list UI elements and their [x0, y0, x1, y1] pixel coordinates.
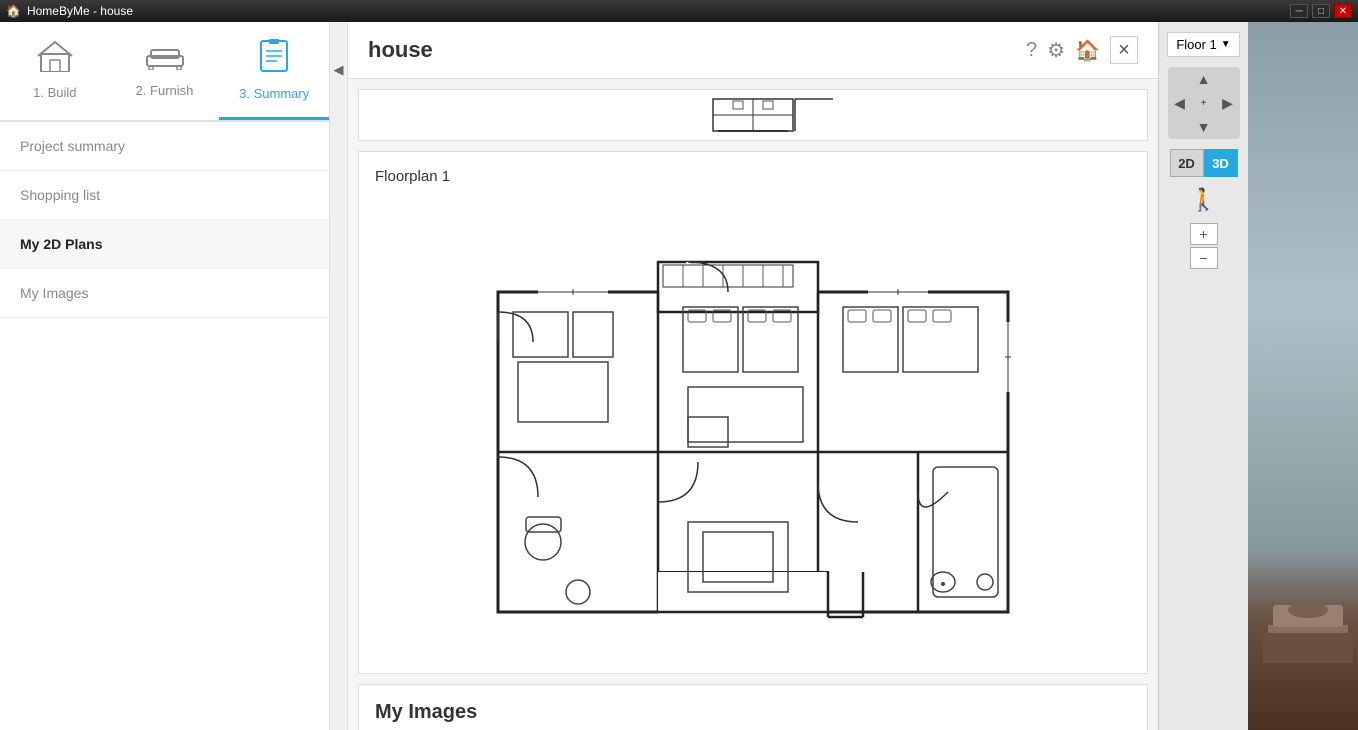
dialog-title: house [368, 37, 433, 63]
sidebar-menu: Project summary Shopping list My 2D Plan… [0, 122, 329, 730]
dialog-header-icons: ? ⚙ 🏠 × [1026, 36, 1138, 64]
view-mode-buttons: 2D 3D [1170, 149, 1238, 177]
title-bar-title: 🏠 HomeByMe - house [6, 4, 133, 18]
floor-selector[interactable]: Floor 1 ▼ [1167, 32, 1239, 57]
my-images-section: My Images [358, 684, 1148, 730]
partial-plan-svg [633, 97, 873, 133]
nav-right-button[interactable]: ▶ [1216, 91, 1240, 115]
build-icon [37, 40, 73, 79]
app-container: 1. Build 2. Furnish [0, 22, 1358, 730]
view-3d-button[interactable]: 3D [1204, 149, 1238, 177]
3d-scene-preview [1248, 22, 1358, 730]
sidebar-item-my-images[interactable]: My Images [0, 269, 329, 318]
furnish-icon [145, 42, 185, 77]
sidebar-collapse-button[interactable]: ◀ [330, 22, 348, 730]
zoom-in-button[interactable]: + [1190, 223, 1218, 245]
title-bar: 🏠 HomeByMe - house ─ □ ✕ [0, 0, 1358, 22]
minimize-button[interactable]: ─ [1290, 4, 1308, 18]
close-window-button[interactable]: ✕ [1334, 4, 1352, 18]
dialog-header: house ? ⚙ 🏠 × [348, 22, 1158, 79]
person-view-button[interactable]: 🚶 [1190, 187, 1217, 213]
tab-furnish-label: 2. Furnish [136, 83, 194, 98]
top-partial-section [358, 89, 1148, 141]
tab-summary[interactable]: 3. Summary [219, 22, 329, 120]
nav-down-button[interactable]: ▼ [1192, 115, 1216, 139]
floorplan-svg [488, 232, 1018, 622]
tab-summary-label: 3. Summary [239, 86, 309, 101]
floorplan-title: Floorplan 1 [375, 168, 1131, 185]
tab-build-label: 1. Build [33, 85, 76, 100]
scene-svg [1258, 545, 1358, 665]
sidebar-item-shopping-list[interactable]: Shopping list [0, 171, 329, 220]
nav-center-button[interactable]: + [1192, 91, 1216, 115]
nav-left-button[interactable]: ◀ [1168, 91, 1192, 115]
zoom-out-button[interactable]: − [1190, 247, 1218, 269]
zoom-buttons: + − [1190, 223, 1218, 269]
settings-icon[interactable]: ⚙ [1047, 38, 1065, 63]
tab-furnish[interactable]: 2. Furnish [110, 22, 220, 120]
my-images-title: My Images [375, 701, 1131, 724]
floor-dropdown-icon: ▼ [1221, 39, 1231, 50]
sidebar: 1. Build 2. Furnish [0, 22, 330, 730]
title-bar-controls: ─ □ ✕ [1290, 4, 1352, 18]
dialog-close-button[interactable]: × [1110, 36, 1138, 64]
help-icon[interactable]: ? [1026, 39, 1037, 62]
app-icon: 🏠 [6, 4, 21, 18]
home-icon[interactable]: 🏠 [1075, 38, 1100, 63]
scene-content [1258, 545, 1353, 670]
main-content: house ? ⚙ 🏠 × [348, 22, 1158, 730]
nav-arrows-pad: ▲ ◀ + ▶ ▼ [1168, 67, 1240, 139]
summary-icon [259, 39, 289, 80]
floorplan-container [375, 197, 1131, 657]
sidebar-item-my-2d-plans[interactable]: My 2D Plans [0, 220, 329, 269]
nav-tabs: 1. Build 2. Furnish [0, 22, 329, 122]
nav-up-button[interactable]: ▲ [1192, 67, 1216, 91]
floorplan-section: Floorplan 1 [358, 151, 1148, 674]
sidebar-item-project-summary[interactable]: Project summary [0, 122, 329, 171]
tab-build[interactable]: 1. Build [0, 22, 110, 120]
maximize-button[interactable]: □ [1312, 4, 1330, 18]
view-2d-button[interactable]: 2D [1170, 149, 1204, 177]
collapse-arrow-icon: ◀ [334, 62, 344, 78]
controls-panel: Floor 1 ▼ ▲ ◀ + ▶ ▼ 2D 3D 🚶 + − [1158, 22, 1248, 730]
